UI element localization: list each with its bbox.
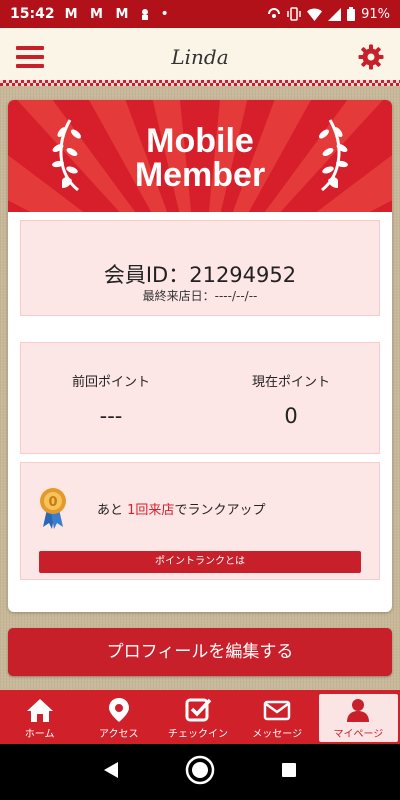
current-points-value: 0 (284, 404, 298, 428)
tab-home[interactable]: ホーム (0, 690, 79, 744)
last-visit-date: 最終来店日：----/--/-- (142, 289, 258, 303)
system-nav-bar (0, 744, 400, 800)
app-header: Linda (0, 28, 400, 86)
previous-points: 前回ポイント --- (21, 371, 201, 428)
recents-square-icon (282, 763, 296, 777)
dot-icon: • (160, 6, 169, 22)
current-points: 現在ポイント 0 (201, 371, 381, 428)
checkin-icon (185, 698, 212, 722)
rank-suffix: でランクアップ (174, 503, 266, 518)
nfc-icon (267, 7, 281, 21)
previous-points-value: --- (99, 404, 123, 428)
tab-message[interactable]: メッセージ (238, 690, 317, 744)
tab-label: チェックイン (168, 729, 228, 740)
settings-gear-button[interactable] (358, 44, 384, 70)
battery-icon (347, 7, 356, 21)
tab-label: アクセス (99, 729, 139, 740)
rank-up-message: あと 1回来店でランクアップ (97, 499, 265, 518)
status-time: 15:42 (10, 6, 55, 22)
status-bar: 15:42 M M M • 91% (0, 0, 400, 28)
wifi-icon (307, 8, 323, 21)
home-nav-button[interactable] (185, 755, 215, 789)
rank-panel: 0 あと 1回来店でランクアップ ポイントランクとは (20, 462, 380, 580)
tab-label: マイページ (333, 729, 384, 740)
tab-checkin[interactable]: チェックイン (158, 690, 237, 744)
home-circle-icon (185, 755, 215, 785)
tab-label: ホーム (24, 729, 55, 740)
tab-mypage[interactable]: マイページ (318, 694, 399, 742)
banner-title-line2: Member (134, 156, 266, 194)
tab-label: メッセージ (252, 729, 303, 740)
banner-title-line1: Mobile (146, 122, 254, 160)
back-button[interactable] (103, 761, 119, 783)
mobile-member-banner: Mobile Member (8, 100, 392, 212)
user-icon (347, 699, 370, 722)
tab-access[interactable]: アクセス (79, 690, 158, 744)
signal-icon (328, 7, 342, 21)
menu-line (16, 64, 44, 68)
rank-prefix: あと (97, 503, 124, 518)
gear-icon (358, 44, 384, 70)
bottom-tab-bar: ホーム アクセス チェックイン メッセージ マイページ (0, 690, 400, 744)
point-rank-info-button[interactable]: ポイントランクとは (39, 551, 361, 573)
menu-line (16, 46, 44, 50)
member-id-panel: 会員ID：21294952 最終来店日：----/--/-- (20, 220, 380, 316)
app-logo: Linda (171, 45, 229, 69)
member-id: 会員ID：21294952 (103, 263, 297, 287)
previous-points-label: 前回ポイント (71, 375, 150, 390)
rank-medal-icon: 0 (40, 488, 66, 529)
member-card: Mobile Member 会員ID：21294952 最終来店日：----/-… (8, 100, 392, 612)
hamburger-menu-button[interactable] (16, 46, 44, 68)
map-pin-icon (108, 698, 129, 722)
vibrate-icon (287, 7, 301, 21)
recents-button[interactable] (281, 762, 297, 782)
points-panel: 前回ポイント --- 現在ポイント 0 (20, 342, 380, 454)
battery-percent: 91% (361, 6, 390, 22)
home-icon (26, 699, 53, 722)
edit-profile-button[interactable]: プロフィールを編集する (8, 628, 392, 676)
svg-text:0: 0 (48, 495, 57, 510)
banner-title: Mobile Member (8, 124, 392, 192)
mail-icon (263, 700, 291, 721)
notification-extra-icon (138, 7, 152, 21)
back-triangle-icon (104, 762, 118, 778)
notification-icons: M M M (64, 6, 133, 22)
menu-line (16, 55, 44, 59)
current-points-label: 現在ポイント (251, 375, 330, 390)
rank-visits-remaining: 1回来店 (127, 503, 175, 518)
